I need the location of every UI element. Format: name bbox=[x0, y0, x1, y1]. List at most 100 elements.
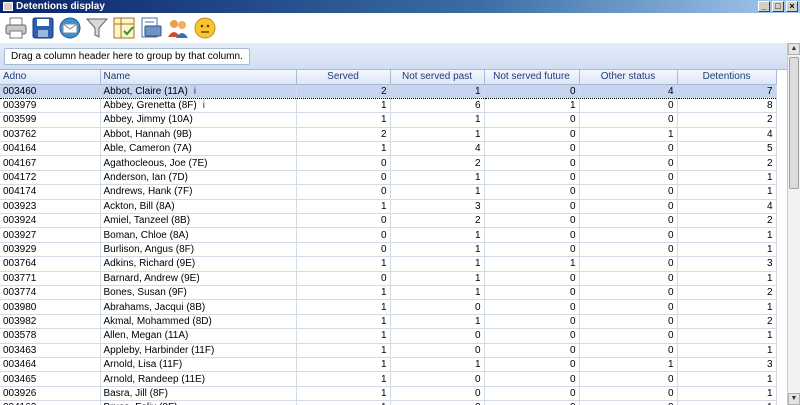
table-row[interactable]: 003762 Abbot, Hannah (9B) 2 1 0 1 4 bbox=[0, 127, 777, 143]
cell-served[interactable]: 0 bbox=[296, 242, 391, 258]
cell-adno[interactable]: 003923 bbox=[0, 199, 101, 215]
column-header-not-served-future[interactable]: Not served future bbox=[484, 70, 580, 85]
cell-adno[interactable]: 004164 bbox=[0, 141, 101, 157]
cell-served[interactable]: 1 bbox=[296, 314, 391, 330]
cell-name[interactable]: Able, Cameron (7A) bbox=[100, 141, 297, 157]
cell-other-status[interactable]: 0 bbox=[579, 314, 678, 330]
cell-not-served-past[interactable]: 4 bbox=[390, 141, 485, 157]
cell-name[interactable]: Abrahams, Jacqui (8B) bbox=[100, 299, 297, 315]
cell-served[interactable]: 1 bbox=[296, 256, 391, 272]
cell-other-status[interactable]: 0 bbox=[579, 285, 678, 301]
cell-adno[interactable]: 003927 bbox=[0, 227, 101, 243]
table-row[interactable]: 003578 Allen, Megan (11A) 1 0 0 0 1 bbox=[0, 328, 777, 344]
cell-name[interactable]: Abbey, Grenetta (8F) i bbox=[100, 98, 297, 114]
cell-name[interactable]: Arnold, Lisa (11F) bbox=[100, 357, 297, 373]
cell-adno[interactable]: 003929 bbox=[0, 242, 101, 258]
cell-detentions[interactable]: 1 bbox=[677, 386, 777, 402]
cell-not-served-past[interactable]: 0 bbox=[390, 343, 485, 358]
print-preview-button[interactable] bbox=[139, 16, 163, 40]
cell-adno[interactable]: 003980 bbox=[0, 299, 101, 315]
cell-adno[interactable]: 003771 bbox=[0, 271, 101, 286]
table-row[interactable]: 003926 Basra, Jill (8F) 1 0 0 0 1 bbox=[0, 386, 777, 402]
table-row[interactable]: 003774 Bones, Susan (9F) 1 1 0 0 2 bbox=[0, 285, 777, 301]
cell-not-served-future[interactable]: 0 bbox=[484, 184, 580, 200]
group-by-panel[interactable]: Drag a column header here to group by th… bbox=[0, 43, 787, 70]
cell-served[interactable]: 1 bbox=[296, 357, 391, 373]
print-button[interactable] bbox=[4, 16, 28, 40]
cell-other-status[interactable]: 0 bbox=[579, 299, 678, 315]
cell-not-served-future[interactable]: 0 bbox=[484, 357, 580, 373]
close-button[interactable]: × bbox=[786, 1, 798, 12]
cell-other-status[interactable]: 1 bbox=[579, 357, 678, 373]
cell-name[interactable]: Boman, Chloe (8A) bbox=[100, 227, 297, 243]
cell-other-status[interactable]: 0 bbox=[579, 343, 678, 358]
email-button[interactable] bbox=[58, 16, 82, 40]
cell-detentions[interactable]: 1 bbox=[677, 328, 777, 344]
cell-other-status[interactable]: 0 bbox=[579, 400, 678, 405]
cell-not-served-future[interactable]: 0 bbox=[484, 242, 580, 258]
column-header-served[interactable]: Served bbox=[296, 70, 391, 85]
restore-button[interactable]: □ bbox=[772, 1, 784, 12]
table-row[interactable]: 003980 Abrahams, Jacqui (8B) 1 0 0 0 1 bbox=[0, 299, 777, 315]
cell-not-served-past[interactable]: 1 bbox=[390, 112, 485, 128]
cell-not-served-future[interactable]: 0 bbox=[484, 299, 580, 315]
cell-adno[interactable]: 004174 bbox=[0, 184, 101, 200]
cell-not-served-past[interactable]: 0 bbox=[390, 371, 485, 387]
cell-name[interactable]: Basra, Jill (8F) bbox=[100, 386, 297, 402]
cell-detentions[interactable]: 2 bbox=[677, 155, 777, 171]
cell-not-served-past[interactable]: 2 bbox=[390, 213, 485, 229]
cell-detentions[interactable]: 1 bbox=[677, 227, 777, 243]
table-row[interactable]: 003463 Appleby, Harbinder (11F) 1 0 0 0 1 bbox=[0, 343, 777, 358]
cell-detentions[interactable]: 3 bbox=[677, 357, 777, 373]
cell-other-status[interactable]: 0 bbox=[579, 98, 678, 114]
vertical-scrollbar[interactable]: ▲ ▼ bbox=[787, 43, 800, 405]
cell-not-served-past[interactable]: 1 bbox=[390, 227, 485, 243]
cell-detentions[interactable]: 8 bbox=[677, 98, 777, 114]
cell-detentions[interactable]: 1 bbox=[677, 242, 777, 258]
cell-not-served-future[interactable]: 0 bbox=[484, 343, 580, 358]
filter-button[interactable] bbox=[85, 16, 109, 40]
table-row[interactable]: 004167 Agathocleous, Joe (7E) 0 2 0 0 2 bbox=[0, 155, 777, 171]
cell-detentions[interactable]: 1 bbox=[677, 299, 777, 315]
cell-other-status[interactable]: 0 bbox=[579, 199, 678, 215]
cell-detentions[interactable]: 1 bbox=[677, 184, 777, 200]
cell-adno[interactable]: 003465 bbox=[0, 371, 101, 387]
cell-detentions[interactable]: 7 bbox=[677, 83, 777, 99]
cell-not-served-future[interactable]: 0 bbox=[484, 141, 580, 157]
cell-not-served-future[interactable]: 0 bbox=[484, 400, 580, 405]
cell-not-served-future[interactable]: 0 bbox=[484, 213, 580, 229]
cell-adno[interactable]: 003599 bbox=[0, 112, 101, 128]
cell-served[interactable]: 2 bbox=[296, 127, 391, 143]
cell-adno[interactable]: 004167 bbox=[0, 155, 101, 171]
cell-name[interactable]: Barnard, Andrew (9E) bbox=[100, 271, 297, 286]
cell-name[interactable]: Abbey, Jimmy (10A) bbox=[100, 112, 297, 128]
info-icon[interactable]: i bbox=[203, 100, 205, 111]
cell-adno[interactable]: 003464 bbox=[0, 357, 101, 373]
cell-served[interactable]: 1 bbox=[296, 343, 391, 358]
cell-served[interactable]: 1 bbox=[296, 299, 391, 315]
cell-name[interactable]: Amiel, Tanzeel (8B) bbox=[100, 213, 297, 229]
cell-name[interactable]: Anderson, Ian (7D) bbox=[100, 170, 297, 186]
cell-served[interactable]: 0 bbox=[296, 213, 391, 229]
cell-not-served-past[interactable]: 0 bbox=[390, 299, 485, 315]
cell-not-served-future[interactable]: 1 bbox=[484, 98, 580, 114]
cell-adno[interactable]: 003460 bbox=[0, 83, 101, 99]
cell-name[interactable]: Adkins, Richard (9E) bbox=[100, 256, 297, 272]
cell-detentions[interactable]: 2 bbox=[677, 314, 777, 330]
cell-not-served-past[interactable]: 0 bbox=[390, 386, 485, 402]
cell-other-status[interactable]: 0 bbox=[579, 170, 678, 186]
cell-detentions[interactable]: 2 bbox=[677, 112, 777, 128]
cell-adno[interactable]: 003774 bbox=[0, 285, 101, 301]
cell-not-served-past[interactable]: 6 bbox=[390, 98, 485, 114]
table-row[interactable]: 003929 Burlison, Angus (8F) 0 1 0 0 1 bbox=[0, 242, 777, 258]
cell-other-status[interactable]: 0 bbox=[579, 256, 678, 272]
scroll-up-button[interactable]: ▲ bbox=[788, 43, 800, 55]
cell-not-served-future[interactable]: 1 bbox=[484, 256, 580, 272]
cell-adno[interactable]: 004172 bbox=[0, 170, 101, 186]
cell-other-status[interactable]: 0 bbox=[579, 155, 678, 171]
scroll-down-button[interactable]: ▼ bbox=[788, 393, 800, 405]
column-header-other-status[interactable]: Other status bbox=[579, 70, 678, 85]
cell-adno[interactable]: 003982 bbox=[0, 314, 101, 330]
cell-not-served-future[interactable]: 0 bbox=[484, 83, 580, 99]
column-header-not-served-past[interactable]: Not served past bbox=[390, 70, 485, 85]
